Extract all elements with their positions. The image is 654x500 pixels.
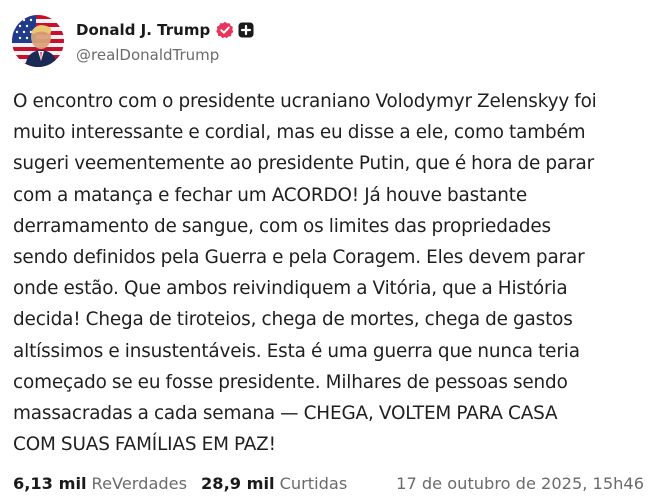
plus-badge-icon <box>238 22 254 38</box>
likes-stat[interactable]: 28,9 mil Curtidas <box>201 474 347 493</box>
avatar-flag-portrait-image <box>12 15 64 67</box>
post-body: O encontro com o presidente ucraniano Vo… <box>13 86 645 460</box>
reposts-label: ReVerdades <box>91 473 188 493</box>
post-text-line: derramamento de sangue, com os limites d… <box>13 215 551 237</box>
post-text-line: onde estão. Que ambos reivindiquem a Vit… <box>13 278 568 300</box>
avatar[interactable] <box>12 15 64 67</box>
post-text-line: sendo definidos pela Guerra e pela Corag… <box>13 247 585 269</box>
author-handle[interactable]: @realDonaldTrump <box>76 46 254 64</box>
author-name-row: Donald J. Trump <box>76 18 254 42</box>
author-info: Donald J. Trump @realDonaldTrump <box>76 18 254 64</box>
post-text-line: altíssimos e insustentáveis. Esta é uma … <box>13 340 580 362</box>
post-text-line: COM SUAS FAMÍLIAS EM PAZ! <box>13 434 276 456</box>
post-footer: 6,13 mil ReVerdades 28,9 mil Curtidas 17… <box>13 471 644 495</box>
post-text-line: decida! Chega de tiroteios, chega de mor… <box>13 309 573 331</box>
post-text-line: massacradas a cada semana — CHEGA, VOLTE… <box>13 403 558 425</box>
likes-count: 28,9 mil <box>201 473 275 493</box>
post-text-line: sugeri veementemente ao presidente Putin… <box>13 153 594 175</box>
post-text-line: O encontro com o presidente ucraniano Vo… <box>13 91 597 112</box>
reposts-count: 6,13 mil <box>13 473 87 493</box>
likes-label: Curtidas <box>279 473 348 493</box>
reposts-stat[interactable]: 6,13 mil ReVerdades <box>13 474 187 493</box>
post-header: Donald J. Trump @realDonaldTrump <box>12 12 254 70</box>
verified-badge-icon <box>216 21 234 39</box>
post-timestamp[interactable]: 17 de outubro de 2025, 15h46 <box>396 474 644 493</box>
post-card: Donald J. Trump @realDonaldTrump O encon… <box>0 0 654 500</box>
post-text-line: com a matança e fechar um ACORDO! Já hou… <box>13 184 527 206</box>
post-text-line: começado se eu fosse presidente. Milhare… <box>13 371 568 393</box>
post-text-line: muito interessante e cordial, mas eu dis… <box>13 122 586 144</box>
author-display-name[interactable]: Donald J. Trump <box>76 21 210 39</box>
